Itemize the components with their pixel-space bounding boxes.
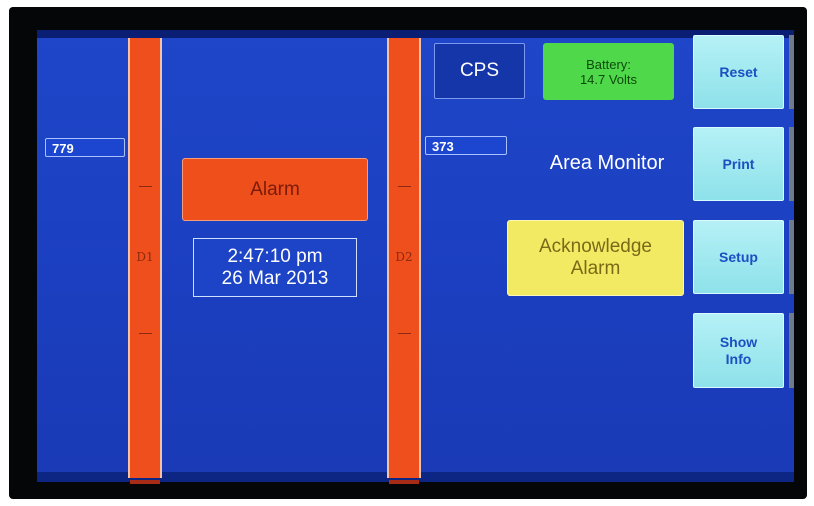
reset-button-edge: [789, 35, 794, 109]
page-title: Area Monitor: [549, 152, 665, 174]
clock-time: 2:47:10 pm: [227, 245, 323, 267]
detector-1-readout: 779: [45, 138, 125, 157]
acknowledge-alarm-button[interactable]: Acknowledge Alarm: [507, 220, 684, 296]
acknowledge-label-line1: Acknowledge: [538, 236, 653, 257]
show-info-button-edge: [789, 313, 794, 388]
show-info-button[interactable]: Show Info: [693, 313, 784, 388]
reset-label: Reset: [719, 63, 758, 80]
detector-1-tick-upper: [139, 186, 152, 187]
detector-2-label: D2: [395, 250, 413, 264]
detector-2-readout: 373: [425, 136, 507, 155]
detector-2-bar: D2: [387, 38, 421, 478]
detector-2-tick-upper: [398, 186, 411, 187]
battery-label: Battery:: [586, 56, 631, 72]
print-button-edge: [789, 127, 794, 201]
battery-status: Battery: 14.7 Volts: [543, 43, 674, 100]
detector-2-bar-base: [389, 480, 419, 484]
print-label: Print: [722, 155, 755, 172]
detector-1-tick-lower: [139, 333, 152, 334]
setup-button[interactable]: Setup: [693, 220, 784, 294]
print-button[interactable]: Print: [693, 127, 784, 201]
clock-date: 26 Mar 2013: [221, 267, 329, 289]
detector-1-label: D1: [136, 250, 154, 264]
show-info-label-line1: Show: [719, 333, 758, 350]
date-time-display: 2:47:10 pm 26 Mar 2013: [193, 238, 357, 297]
alarm-indicator: Alarm: [182, 158, 368, 221]
setup-label: Setup: [719, 248, 758, 265]
units-button[interactable]: CPS: [434, 43, 525, 99]
touch-screen: 779 D1 373 D2 Alarm 2:47:10 pm 26 Mar 20…: [37, 30, 794, 482]
setup-button-edge: [789, 220, 794, 294]
battery-voltage: 14.7 Volts: [579, 71, 638, 87]
top-strip: [37, 30, 794, 38]
show-info-label-line2: Info: [725, 350, 752, 367]
detector-1-bar-base: [130, 480, 160, 484]
acknowledge-label-line2: Alarm: [570, 258, 621, 279]
reset-button[interactable]: Reset: [693, 35, 784, 109]
detector-2-tick-lower: [398, 333, 411, 334]
detector-1-bar: D1: [128, 38, 162, 478]
